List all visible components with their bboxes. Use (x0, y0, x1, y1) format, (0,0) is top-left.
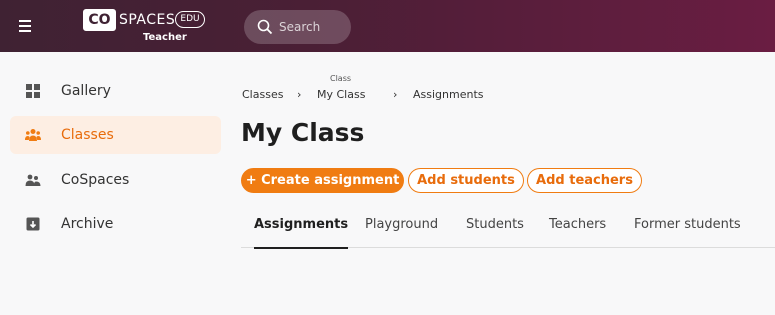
sidebar-item-label: Classes (61, 127, 114, 143)
create-assignment-button[interactable]: + Create assignment (241, 168, 404, 193)
search-placeholder: Search (279, 20, 321, 34)
logo-subtitle: Teacher (143, 32, 187, 43)
search-input[interactable]: Search (244, 10, 351, 44)
tab-playground[interactable]: Playground (365, 202, 438, 248)
add-teachers-button[interactable]: Add teachers (527, 168, 642, 193)
sidebar-item-classes[interactable]: Classes (10, 116, 221, 154)
menu-icon[interactable] (17, 17, 37, 35)
archive-box-icon (26, 217, 40, 231)
cospaces-people-icon (25, 174, 41, 186)
tab-assignments[interactable]: Assignments (254, 202, 349, 249)
breadcrumb-item-my-class[interactable]: My Class (317, 86, 365, 104)
logo-spaces-text: SPACES (119, 12, 176, 28)
tab-students[interactable]: Students (466, 202, 524, 248)
sidebar-item-label: Gallery (61, 83, 111, 99)
breadcrumb-separator: › (393, 88, 398, 101)
logo-co-mark: CO (83, 9, 116, 31)
breadcrumb-context-label: Class (330, 74, 352, 83)
add-students-button[interactable]: Add students (408, 168, 524, 193)
breadcrumb-item-assignments: Assignments (413, 88, 484, 101)
cospaces-edu-logo[interactable]: CO SPACES EDU Teacher (83, 9, 223, 43)
class-tabs: Assignments Playground Students Teachers… (241, 202, 775, 249)
sidebar-item-label: CoSpaces (61, 172, 130, 188)
tab-teachers[interactable]: Teachers (549, 202, 606, 248)
breadcrumb-item-classes[interactable]: Classes (242, 86, 283, 104)
tab-former-students[interactable]: Former students (634, 202, 741, 248)
logo-edu-badge: EDU (175, 11, 205, 28)
sidebar-item-cospaces[interactable]: CoSpaces (10, 161, 221, 199)
sidebar-item-gallery[interactable]: Gallery (10, 72, 221, 110)
top-bar: CO SPACES EDU Teacher Search (0, 0, 775, 52)
gallery-grid-icon (26, 84, 40, 98)
sidebar-item-label: Archive (61, 216, 114, 232)
page-title: My Class (241, 118, 365, 147)
people-group-icon (25, 129, 41, 141)
main-content: Class Classes › My Class › Assignments M… (230, 52, 775, 315)
search-icon (257, 19, 273, 35)
breadcrumb-separator: › (297, 88, 302, 101)
sidebar: Gallery Classes CoSpaces Archive (0, 52, 230, 315)
sidebar-item-archive[interactable]: Archive (10, 205, 221, 243)
